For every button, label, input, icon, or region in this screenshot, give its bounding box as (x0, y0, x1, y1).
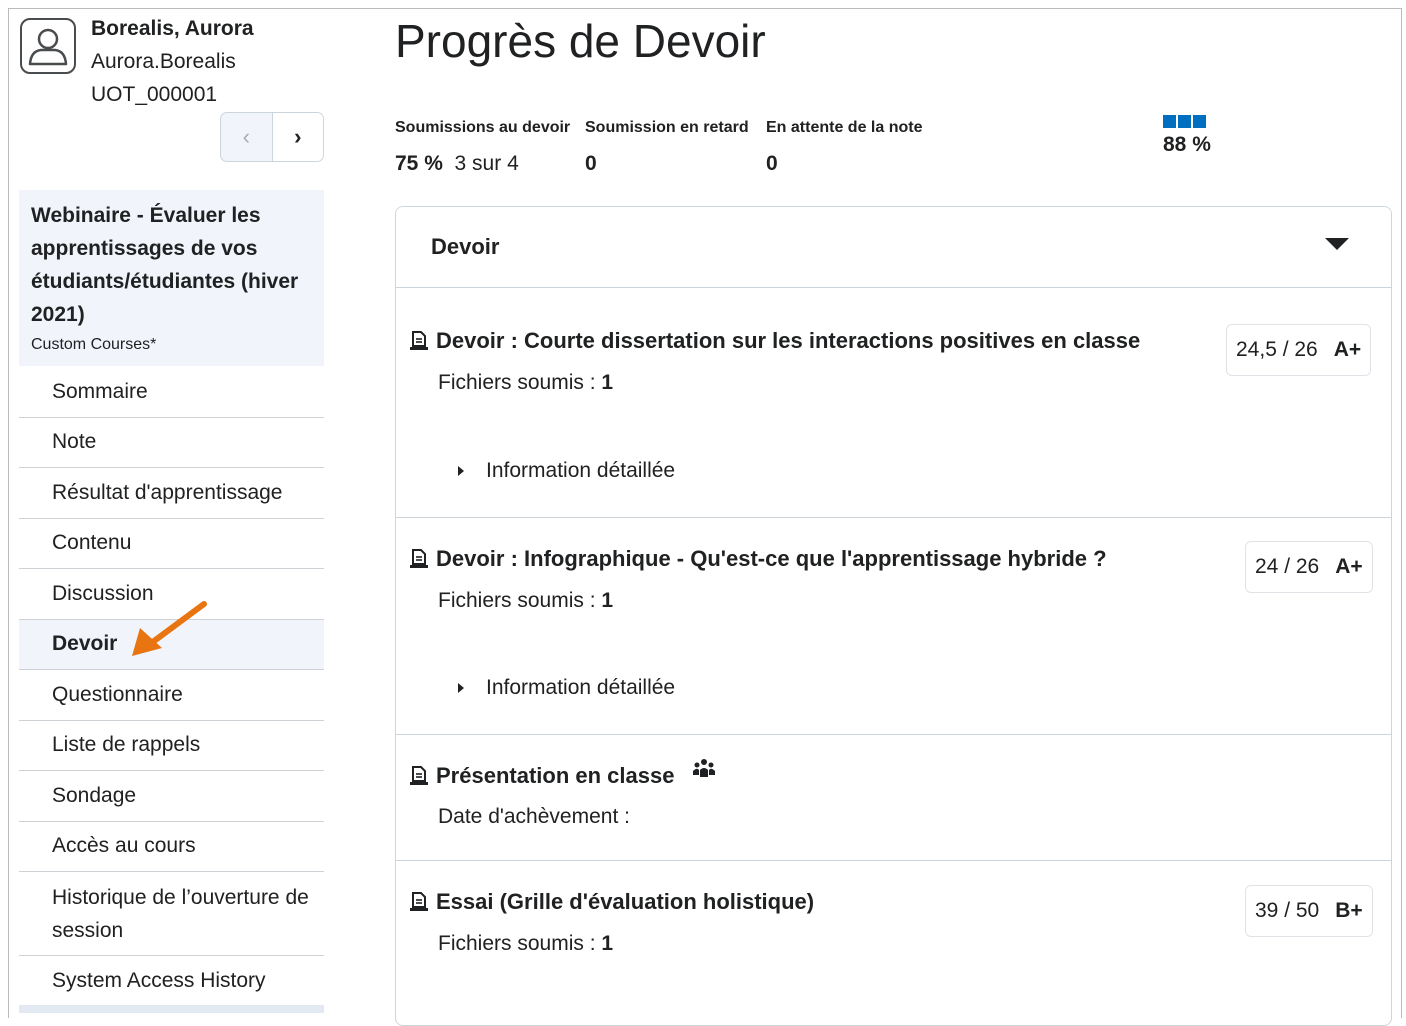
detail-toggle-label: Information détaillée (486, 459, 676, 482)
user-avatar-icon (20, 18, 76, 74)
assignment-title[interactable]: Présentation en classe (408, 759, 716, 789)
previous-user-button[interactable]: ‹ (221, 113, 273, 161)
assignment-title-text: Présentation en classe (436, 763, 675, 788)
grade-score: 24,5 / 26 (1236, 338, 1318, 361)
next-user-button[interactable]: › (272, 113, 323, 161)
sidebar-scroll-edge (19, 1005, 324, 1013)
assignment-icon (410, 766, 428, 785)
page-title: Progrès de Devoir (395, 15, 766, 67)
assignment-title-text: Devoir : Infographique - Qu'est-ce que l… (436, 546, 1107, 571)
stat-pending-label: En attente de la note (766, 119, 923, 136)
assignment-item: Présentation en classe Date d'achèvement… (396, 734, 1391, 861)
sidebar-item-liste-rappels[interactable]: Liste de rappels (19, 721, 324, 771)
stat-pending-value: 0 (766, 152, 778, 175)
detail-toggle[interactable]: Information détaillée (458, 459, 675, 483)
assignment-title-text: Essai (Grille d'évaluation holistique) (436, 889, 815, 914)
assignment-item: Devoir : Infographique - Qu'est-ce que l… (396, 517, 1391, 735)
assignment-title[interactable]: Essai (Grille d'évaluation holistique) (408, 889, 814, 915)
assignment-title[interactable]: Devoir : Courte dissertation sur les int… (408, 328, 1140, 354)
user-pager: ‹ › (220, 112, 324, 162)
grade-box: 24 / 26 A+ (1245, 541, 1373, 593)
progress-meter (1163, 115, 1206, 128)
user-id: UOT_000001 (91, 83, 218, 106)
sidebar-item-contenu[interactable]: Contenu (19, 519, 324, 569)
user-name: Borealis, Aurora (91, 17, 254, 40)
grade-box: 39 / 50 B+ (1245, 885, 1373, 937)
sidebar-item-note[interactable]: Note (19, 418, 324, 468)
sidebar-nav: Sommaire Note Résultat d'apprentissage C… (19, 367, 324, 1007)
assignments-panel: Devoir Devoir : Courte dissertation sur … (395, 206, 1392, 1026)
submitted-files-count: 1 (601, 932, 614, 955)
sidebar-item-questionnaire[interactable]: Questionnaire (19, 670, 324, 721)
grade-letter: B+ (1335, 899, 1363, 922)
expand-caret-icon (458, 466, 464, 476)
detail-toggle-label: Information détaillée (486, 676, 676, 699)
meter-block (1193, 115, 1206, 128)
submitted-files-label: Fichiers soumis : (438, 371, 596, 394)
group-assignment-icon (693, 759, 716, 777)
course-title-line: 2021) (31, 303, 85, 326)
course-title-line: Webinaire - Évaluer les (31, 204, 261, 227)
course-title-line: étudiants/étudiantes (hiver (31, 270, 299, 293)
course-category: Custom Courses* (31, 336, 157, 353)
course-title-line: apprentissages de vos (31, 237, 258, 260)
assignment-title[interactable]: Devoir : Infographique - Qu'est-ce que l… (408, 546, 1107, 572)
stat-submissions-percent: 75 % (395, 152, 443, 175)
grade-letter: A+ (1335, 555, 1363, 578)
submitted-files-label: Fichiers soumis : (438, 932, 596, 955)
assignment-icon (410, 331, 428, 350)
expand-caret-icon (458, 683, 464, 693)
completion-date-label: Date d'achèvement : (438, 805, 630, 828)
course-info: Webinaire - Évaluer les apprentissages d… (19, 190, 324, 366)
annotation-arrow-icon (132, 601, 207, 656)
assignment-title-text: Devoir : Courte dissertation sur les int… (436, 328, 1141, 353)
sidebar-item-sondage[interactable]: Sondage (19, 771, 324, 822)
completion-date: Date d'achèvement : (438, 805, 630, 829)
sidebar-item-historique[interactable]: Historique de l’ouverture de session (19, 872, 324, 956)
sidebar-item-acces-cours[interactable]: Accès au cours (19, 822, 324, 872)
submitted-files-count: 1 (601, 371, 614, 394)
panel-header[interactable]: Devoir (396, 207, 1391, 288)
grade-score: 24 / 26 (1255, 555, 1320, 578)
progress-meter-label: 88 % (1163, 133, 1211, 156)
user-login: Aurora.Borealis (91, 50, 236, 73)
submitted-files: Fichiers soumis : 1 (438, 932, 613, 956)
course-title: Webinaire - Évaluer les apprentissages d… (31, 199, 312, 331)
assignment-item: Essai (Grille d'évaluation holistique) F… (396, 860, 1391, 1025)
stat-late-value: 0 (585, 152, 597, 175)
stat-late-label: Soumission en retard (585, 119, 749, 136)
sidebar-item-system-access[interactable]: System Access History (19, 956, 324, 1007)
detail-toggle[interactable]: Information détaillée (458, 676, 675, 700)
grade-box: 24,5 / 26 A+ (1226, 324, 1372, 376)
panel-title: Devoir (431, 234, 500, 259)
meter-block (1163, 115, 1176, 128)
stat-submissions-label: Soumissions au devoir (395, 119, 571, 136)
meter-block (1178, 115, 1191, 128)
assignment-item: Devoir : Courte dissertation sur les int… (396, 287, 1391, 518)
submitted-files: Fichiers soumis : 1 (438, 589, 613, 613)
sidebar-item-resultat[interactable]: Résultat d'apprentissage (19, 468, 324, 519)
assignment-icon (410, 892, 428, 911)
grade-score: 39 / 50 (1255, 899, 1320, 922)
stat-submissions-value: 75 % 3 sur 4 (395, 152, 519, 176)
assignment-icon (410, 549, 428, 568)
grade-letter: A+ (1333, 338, 1362, 361)
submitted-files: Fichiers soumis : 1 (438, 371, 613, 395)
sidebar-item-sommaire[interactable]: Sommaire (19, 367, 324, 418)
stat-submissions-count: 3 sur 4 (454, 152, 519, 175)
submitted-files-count: 1 (601, 589, 614, 612)
submitted-files-label: Fichiers soumis : (438, 589, 596, 612)
collapse-caret-icon[interactable] (1325, 238, 1349, 250)
